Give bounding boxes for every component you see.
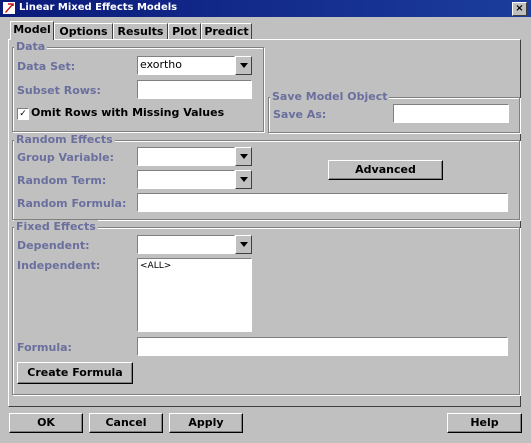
tab-plot-label: Plot	[172, 25, 197, 38]
chevron-down-icon	[240, 242, 248, 247]
save-as-label: Save As:	[273, 108, 327, 121]
help-button[interactable]: Help	[447, 413, 522, 433]
group-variable-dropdown-button[interactable]	[235, 147, 252, 166]
close-button[interactable]: ×	[512, 2, 527, 16]
independent-listbox[interactable]: <ALL>	[137, 258, 252, 332]
chevron-down-icon	[240, 177, 248, 182]
chevron-down-icon	[240, 154, 248, 159]
independent-label: Independent:	[17, 259, 101, 272]
tab-options-label: Options	[59, 25, 108, 38]
apply-button[interactable]: Apply	[169, 413, 243, 433]
title-bar: Linear Mixed Effects Models ×	[0, 0, 531, 17]
close-icon: ×	[515, 3, 524, 14]
dependent-label: Dependent:	[17, 239, 90, 252]
tab-model-label: Model	[13, 23, 51, 36]
group-variable-combo[interactable]	[137, 147, 235, 166]
tab-predict-label: Predict	[204, 25, 249, 38]
data-group-title: Data	[14, 40, 48, 53]
save-model-group-title: Save Model Object	[270, 90, 390, 103]
data-set-combo[interactable]: exortho	[137, 56, 235, 75]
chevron-down-icon	[240, 63, 248, 68]
random-term-combo[interactable]	[137, 170, 235, 189]
create-formula-button[interactable]: Create Formula	[17, 362, 133, 384]
tab-results[interactable]: Results	[113, 23, 168, 39]
dependent-dropdown-button[interactable]	[235, 235, 252, 254]
tab-plot[interactable]: Plot	[168, 23, 201, 39]
list-item[interactable]: <ALL>	[140, 260, 171, 272]
dependent-combo[interactable]	[137, 235, 235, 254]
formula-input[interactable]	[137, 337, 508, 356]
app-icon	[3, 2, 15, 14]
tab-model[interactable]: Model	[10, 21, 54, 40]
check-icon: ✓	[19, 109, 27, 119]
tab-results-label: Results	[117, 25, 164, 38]
formula-label: Formula:	[17, 341, 72, 354]
advanced-button[interactable]: Advanced	[328, 160, 443, 180]
random-formula-label: Random Formula:	[17, 197, 127, 210]
random-effects-group-title: Random Effects	[14, 133, 115, 146]
omit-rows-checkbox[interactable]: ✓	[17, 108, 29, 120]
subset-rows-input[interactable]	[137, 80, 252, 99]
ok-button[interactable]: OK	[9, 413, 83, 433]
window-title: Linear Mixed Effects Models	[19, 2, 178, 13]
fixed-effects-group-title: Fixed Effects	[14, 220, 98, 233]
save-as-input[interactable]	[393, 104, 509, 123]
tab-predict[interactable]: Predict	[201, 23, 252, 39]
data-set-dropdown-button[interactable]	[235, 56, 252, 75]
cancel-button[interactable]: Cancel	[89, 413, 163, 433]
random-formula-input[interactable]	[137, 193, 508, 212]
random-term-label: Random Term:	[17, 174, 107, 187]
data-set-label: Data Set:	[17, 60, 76, 73]
omit-rows-label: Omit Rows with Missing Values	[31, 106, 225, 119]
group-variable-label: Group Variable:	[17, 151, 115, 164]
tab-options[interactable]: Options	[54, 23, 113, 39]
random-term-dropdown-button[interactable]	[235, 170, 252, 189]
subset-rows-label: Subset Rows:	[17, 84, 101, 97]
